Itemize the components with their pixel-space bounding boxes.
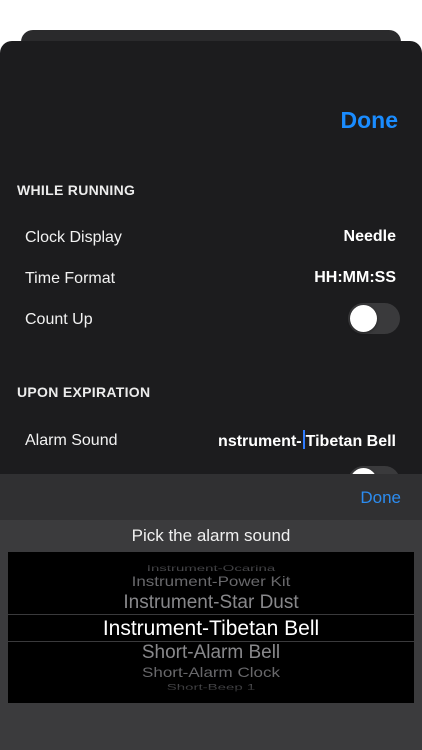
picker-option[interactable]: Short-Alarm Bell bbox=[8, 642, 414, 664]
alarm-sound-value-start: nstrument- bbox=[218, 433, 302, 450]
time-format-label: Time Format bbox=[25, 270, 116, 287]
picker-option[interactable]: Short-Alarm Clock bbox=[8, 665, 414, 681]
picker-toolbar: Done bbox=[0, 474, 422, 520]
toggle-knob bbox=[350, 305, 377, 332]
picker-option[interactable]: Instrument-Star Dust bbox=[8, 592, 414, 614]
alarm-sound-picker: Done Pick the alarm sound Instrument-Oca… bbox=[0, 474, 422, 750]
picker-option[interactable]: Instrument-Ocarina bbox=[8, 564, 414, 572]
clock-display-label: Clock Display bbox=[25, 229, 122, 246]
count-up-label: Count Up bbox=[25, 311, 93, 328]
text-cursor bbox=[302, 430, 305, 449]
picker-done-button[interactable]: Done bbox=[360, 488, 401, 508]
picker-option[interactable]: Short-Beep 1 bbox=[8, 683, 414, 691]
alarm-sound-label: Alarm Sound bbox=[25, 432, 118, 449]
picker-option[interactable]: Instrument-Power Kit bbox=[8, 574, 414, 590]
section-title-while-running: WHILE RUNNING bbox=[17, 182, 136, 198]
picker-prompt: Pick the alarm sound bbox=[131, 526, 291, 545]
alarm-sound-value-end: Tibetan Bell bbox=[305, 433, 396, 450]
clock-display-value: Needle bbox=[343, 228, 396, 245]
picker-option-selected[interactable]: Instrument-Tibetan Bell bbox=[8, 615, 414, 642]
done-button[interactable]: Done bbox=[341, 107, 399, 134]
section-title-upon-expiration: UPON EXPIRATION bbox=[17, 384, 151, 400]
picker-wheel[interactable]: Instrument-Ocarina Instrument-Power Kit … bbox=[8, 552, 414, 703]
alarm-sound-field[interactable]: nstrument- Tibetan Bell bbox=[218, 430, 396, 451]
count-up-toggle[interactable] bbox=[348, 303, 400, 334]
time-format-value: HH:MM:SS bbox=[314, 269, 396, 286]
